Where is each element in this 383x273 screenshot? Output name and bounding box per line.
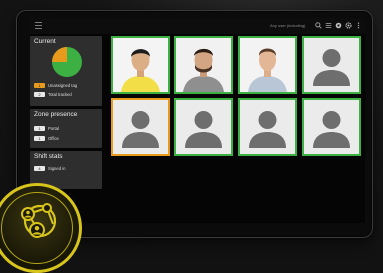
unassigned-label: Unassigned tag (48, 83, 78, 88)
unknown-person-icon (240, 100, 295, 154)
person-tile-7[interactable] (238, 98, 297, 156)
person-photo (113, 38, 168, 92)
person-tile-2[interactable] (174, 36, 233, 94)
person-photo (176, 38, 231, 92)
total-row: 2 Total tracked (34, 91, 72, 98)
signed-in-count: 4 (34, 166, 45, 171)
person-tile-1[interactable] (111, 36, 170, 94)
user-filter-select[interactable]: Any user (including) (270, 23, 305, 28)
zone-presence-panel: Zone presence 1 Portal 1 Office (30, 109, 102, 148)
person-tile-4[interactable] (302, 36, 361, 94)
portal-row: 1 Portal (34, 125, 59, 132)
total-count: 2 (34, 92, 45, 97)
unassigned-count: 1 (34, 83, 45, 88)
shift-stats-title: Shift stats (34, 153, 63, 160)
location-icon[interactable] (335, 22, 342, 29)
unknown-person-icon (304, 38, 359, 92)
tracking-pie-chart (52, 47, 82, 77)
menu-icon[interactable] (35, 22, 42, 29)
network-users-icon (21, 203, 57, 238)
list-icon[interactable] (325, 22, 332, 29)
signed-in-label: Signed in (48, 166, 66, 171)
unassigned-row: 1 Unassigned tag (34, 82, 77, 89)
network-badge (0, 183, 82, 273)
person-tile-5[interactable] (111, 98, 170, 156)
current-panel: Current 1 Unassigned tag 2 Total tracked (30, 36, 102, 106)
unknown-person-icon (113, 100, 168, 154)
more-icon[interactable] (355, 22, 362, 29)
people-grid (111, 36, 361, 160)
office-label: Office (48, 136, 59, 141)
current-title: Current (34, 38, 56, 45)
search-icon[interactable] (315, 22, 322, 29)
unknown-person-icon (304, 100, 359, 154)
zone-presence-title: Zone presence (34, 111, 78, 118)
total-label: Total tracked (48, 92, 72, 97)
signed-in-row: 4 Signed in (34, 165, 65, 172)
portal-count: 1 (34, 126, 45, 131)
person-photo (240, 38, 295, 92)
person-tile-8[interactable] (302, 98, 361, 156)
person-tile-6[interactable] (174, 98, 233, 156)
office-count: 1 (34, 136, 45, 141)
office-row: 1 Office (34, 135, 59, 142)
top-bar: Any user (including) (30, 18, 365, 34)
settings-icon[interactable] (345, 22, 352, 29)
pie-slice-unassigned (52, 47, 67, 62)
unknown-person-icon (176, 100, 231, 154)
app-screen: Any user (including) Current 1 Unassigne… (30, 18, 365, 223)
portal-label: Portal (48, 126, 59, 131)
person-tile-3[interactable] (238, 36, 297, 94)
